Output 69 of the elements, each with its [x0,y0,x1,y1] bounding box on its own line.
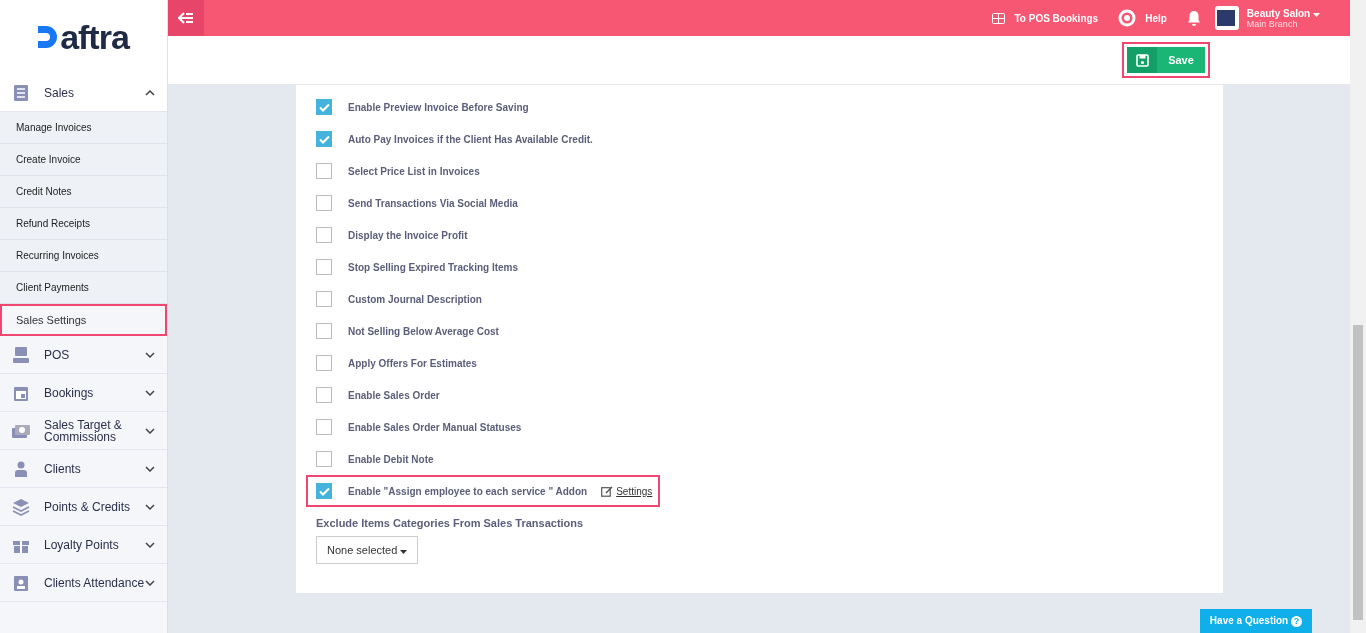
submenu-item[interactable]: Refund Receipts [0,208,167,240]
person-icon [12,459,30,478]
setting-label: Select Price List in Invoices [348,165,480,177]
setting-label: Not Selling Below Average Cost [348,325,499,337]
arrow-left-icon [178,12,194,24]
sidebar-item[interactable]: Bookings [0,374,167,412]
sidebar-item[interactable]: Sales [0,74,167,112]
sidebar-item[interactable]: Loyalty Points [0,526,167,564]
submenu-item[interactable]: Sales Settings [0,304,167,336]
checkbox[interactable] [316,387,332,403]
collapse-menu-button[interactable] [168,0,204,36]
checkbox[interactable] [316,483,332,499]
logo-text: aftra [60,17,129,57]
setting-label: Enable Preview Invoice Before Saving [348,101,529,113]
badge-icon [12,573,30,592]
checkbox[interactable] [316,355,332,371]
lifebuoy-icon [1118,9,1137,27]
setting-label: Auto Pay Invoices if the Client Has Available Credit. [348,133,593,145]
edit-icon [601,485,614,497]
grid-icon [992,12,1006,24]
sidebar-item[interactable]: Clients [0,450,167,488]
setting-label: Enable Sales Order Manual Statuses [348,421,522,433]
caret-down-icon [1313,12,1320,17]
checkbox[interactable] [316,419,332,435]
checkbox[interactable] [316,227,332,243]
checkbox[interactable] [316,131,332,147]
setting-label: Enable Debit Note [348,453,434,465]
chevron-down-icon [145,465,155,472]
submenu-item[interactable]: Credit Notes [0,176,167,208]
submenu-item[interactable]: Client Payments [0,272,167,304]
category-dropdown[interactable]: None selected [316,536,419,564]
chevron-up-icon [145,89,155,96]
checkbox[interactable] [316,259,332,275]
sidebar-item[interactable]: Clients Attendance [0,564,167,602]
chevron-down-icon [145,541,155,548]
setting-label: Apply Offers For Estimates [348,357,477,369]
checkbox[interactable] [316,323,332,339]
account-logo-icon [1214,6,1239,30]
setting-label: Send Transactions Via Social Media [348,197,518,209]
sidebar-item[interactable]: Points & Credits [0,488,167,526]
checkbox[interactable] [316,291,332,307]
layers-icon [12,497,30,516]
sidebar-item[interactable]: Sales Target & Commissions [0,412,167,450]
setting-label: Custom Journal Description [348,293,482,305]
checkbox[interactable] [316,451,332,467]
scrollbar[interactable] [1350,0,1366,633]
chevron-down-icon [145,427,155,434]
field-label: Exclude Items Categories From Sales Transactions [316,517,585,529]
submenu-item[interactable]: Create Invoice [0,144,167,176]
chevron-down-icon [145,579,155,586]
settings-link[interactable]: Settings [601,485,653,497]
checkbox[interactable] [316,163,332,179]
checkbox[interactable] [316,99,332,115]
submenu-item[interactable]: Recurring Invoices [0,240,167,272]
chevron-down-icon [145,389,155,396]
setting-label: Display the Invoice Profit [348,229,468,241]
checkbox[interactable] [316,195,332,211]
invoice-icon [12,83,30,102]
notification-bell-icon[interactable] [1186,10,1201,26]
chevron-down-icon [145,351,155,358]
sidebar-item[interactable]: POS [0,336,167,374]
chevron-down-icon [145,503,155,510]
setting-label: Enable "Assign employee to each service " Addon [348,485,588,497]
setting-label: Enable Sales Order [348,389,440,401]
setting-label: Stop Selling Expired Tracking Items [348,261,519,273]
save-icon [1135,53,1149,67]
submenu-item[interactable]: Manage Invoices [0,112,167,144]
caret-down-icon [400,550,408,554]
pos-icon [12,345,30,364]
